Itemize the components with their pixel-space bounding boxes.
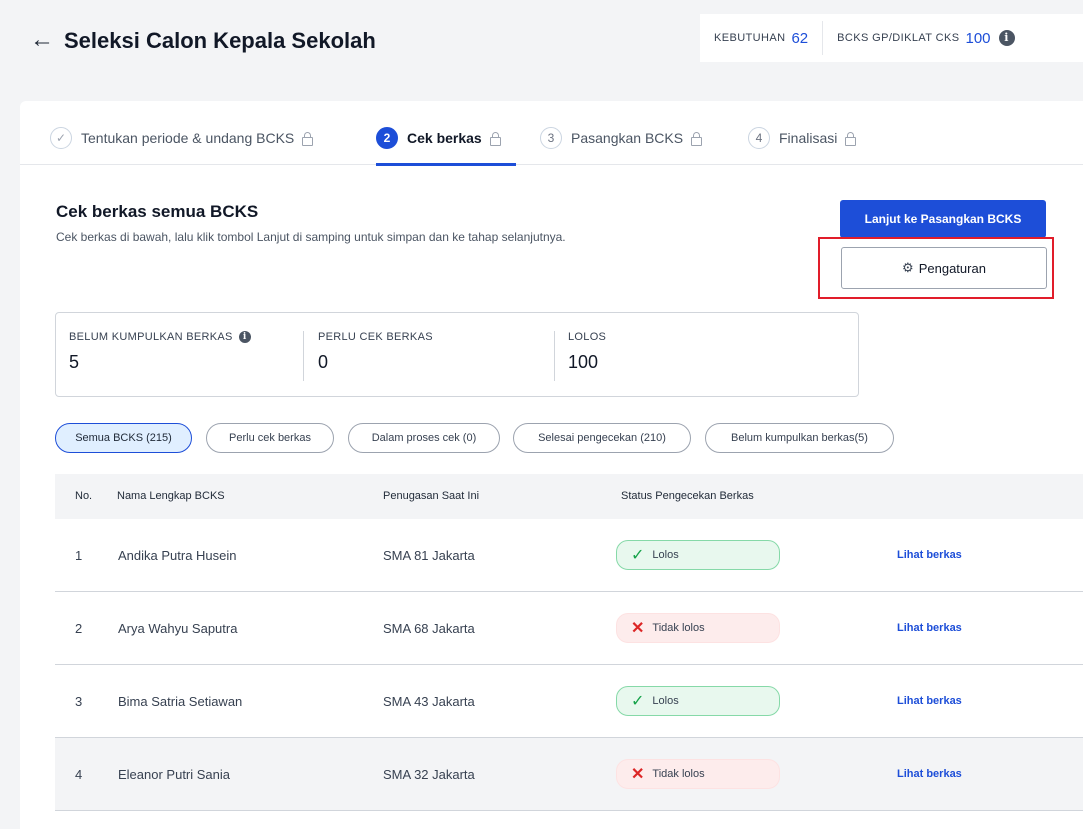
step-label: Tentukan periode & undang BCKS [81, 130, 295, 146]
close-icon: ✕ [631, 766, 645, 783]
table-row: 1 Andika Putra Husein SMA 81 Jakarta ✓ L… [55, 519, 1083, 592]
row-name: Bima Satria Setiawan [118, 694, 243, 709]
summary-label: BELUM KUMPULKAN BERKAS [69, 331, 233, 343]
lock-icon [845, 131, 857, 146]
status-text: Lolos [652, 695, 679, 707]
page-title: Seleksi Calon Kepala Sekolah [64, 28, 376, 53]
column-header: No. [75, 490, 93, 502]
info-icon[interactable]: i [998, 30, 1015, 46]
check-icon: ✓ [631, 693, 645, 710]
divider [554, 331, 555, 381]
summary-value: 100 [568, 352, 599, 372]
step-number: 2 [376, 127, 398, 149]
row-number: 4 [75, 767, 83, 782]
stat-label: BCKS GP/DIKLAT CKS [837, 32, 960, 44]
summary-box: BELUM KUMPULKAN BERKAS i 5 PERLU CEK BER… [55, 312, 859, 397]
table-row: 4 Eleanor Putri Sania SMA 32 Jakarta ✕ T… [55, 738, 1083, 811]
close-icon: ✕ [631, 620, 645, 637]
active-step-indicator [376, 163, 516, 166]
step-number: 3 [540, 127, 562, 149]
check-icon: ✓ [631, 547, 645, 564]
status-text: Tidak lolos [652, 768, 705, 780]
status-badge: ✓ Lolos [616, 540, 780, 570]
column-header: Nama Lengkap BCKS [117, 490, 225, 502]
summary-lolos: LOLOS 100 [568, 331, 606, 373]
filter-semua[interactable]: Semua BCKS (215) [55, 423, 192, 453]
divider [303, 331, 304, 381]
step-label: Finalisasi [779, 130, 838, 146]
row-name: Arya Wahyu Saputra [118, 621, 238, 636]
row-placement: SMA 68 Jakarta [383, 621, 475, 636]
summary-value: 0 [318, 352, 329, 372]
row-name: Andika Putra Husein [118, 548, 237, 563]
stat-value: 62 [791, 29, 809, 47]
main-card: ✓ Tentukan periode & undang BCKS 2 Cek b… [20, 101, 1083, 829]
summary-label: LOLOS [568, 331, 607, 343]
status-badge: ✓ Lolos [616, 686, 780, 716]
lock-icon [302, 131, 314, 146]
table-row: 2 Arya Wahyu Saputra SMA 68 Jakarta ✕ Ti… [55, 592, 1083, 665]
stat-kebutuhan: KEBUTUHAN 62 [700, 14, 822, 62]
filter-dalam-proses[interactable]: Dalam proses cek (0) [348, 423, 500, 453]
stat-label: KEBUTUHAN [714, 32, 786, 44]
step-number: 4 [748, 127, 770, 149]
lanjut-button[interactable]: Lanjut ke Pasangkan BCKS [840, 200, 1046, 238]
pengaturan-label: Pengaturan [918, 260, 986, 276]
row-number: 1 [75, 548, 83, 563]
row-name: Eleanor Putri Sania [118, 767, 231, 782]
status-badge: ✕ Tidak lolos [616, 613, 780, 643]
summary-label: PERLU CEK BERKAS [318, 331, 433, 343]
header-stats: KEBUTUHAN 62 BCKS GP/DIKLAT CKS 100 i [700, 14, 1083, 62]
lihat-berkas-link[interactable]: Lihat berkas [897, 768, 962, 780]
status-text: Lolos [652, 549, 679, 561]
bcks-table: No. Nama Lengkap BCKS Penugasan Saat Ini… [55, 474, 1083, 811]
step-finalisasi[interactable]: 4 Finalisasi [748, 125, 857, 151]
filter-perlu-cek[interactable]: Perlu cek berkas [206, 423, 334, 453]
pengaturan-button[interactable]: ⚙ Pengaturan [841, 247, 1047, 289]
gear-icon: ⚙ [902, 260, 914, 275]
step-tentukan-periode[interactable]: ✓ Tentukan periode & undang BCKS [50, 125, 314, 151]
lihat-berkas-link[interactable]: Lihat berkas [897, 622, 962, 634]
row-number: 2 [75, 621, 83, 636]
arrow-left-icon[interactable]: ← [30, 26, 54, 54]
check-circle-icon: ✓ [50, 127, 72, 149]
lihat-berkas-link[interactable]: Lihat berkas [897, 549, 962, 561]
info-icon[interactable]: i [238, 331, 251, 343]
table-header: No. Nama Lengkap BCKS Penugasan Saat Ini… [55, 474, 1083, 519]
step-label: Pasangkan BCKS [571, 130, 684, 146]
step-pasangkan-bcks[interactable]: 3 Pasangkan BCKS [540, 125, 703, 151]
lock-icon [489, 131, 501, 146]
summary-perlu-cek: PERLU CEK BERKAS 0 [318, 331, 433, 373]
step-label: Cek berkas [407, 130, 482, 146]
table-row: 3 Bima Satria Setiawan SMA 43 Jakarta ✓ … [55, 665, 1083, 738]
step-cek-berkas[interactable]: 2 Cek berkas [376, 125, 501, 151]
summary-belum-kumpulkan: BELUM KUMPULKAN BERKAS i 5 [69, 331, 251, 373]
lock-icon [691, 131, 703, 146]
stat-bcks-gp-diklat: BCKS GP/DIKLAT CKS 100 i [823, 14, 1028, 62]
section-description: Cek berkas di bawah, lalu klik tombol La… [56, 230, 566, 244]
column-header: Penugasan Saat Ini [383, 490, 480, 502]
filter-belum-kumpulkan[interactable]: Belum kumpulkan berkas(5) [705, 423, 894, 453]
stat-value: 100 [965, 29, 991, 47]
column-header: Status Pengecekan Berkas [621, 490, 754, 502]
row-placement: SMA 43 Jakarta [383, 694, 475, 709]
filter-selesai[interactable]: Selesai pengecekan (210) [513, 423, 691, 453]
lihat-berkas-link[interactable]: Lihat berkas [897, 695, 962, 707]
row-placement: SMA 81 Jakarta [383, 548, 475, 563]
status-text: Tidak lolos [652, 622, 705, 634]
row-placement: SMA 32 Jakarta [383, 767, 475, 782]
summary-value: 5 [69, 352, 80, 372]
stepper: ✓ Tentukan periode & undang BCKS 2 Cek b… [20, 101, 1083, 166]
section-title: Cek berkas semua BCKS [56, 202, 259, 221]
row-number: 3 [75, 694, 83, 709]
page-header: ← Seleksi Calon Kepala Sekolah KEBUTUHAN… [0, 0, 1083, 100]
status-badge: ✕ Tidak lolos [616, 759, 780, 789]
